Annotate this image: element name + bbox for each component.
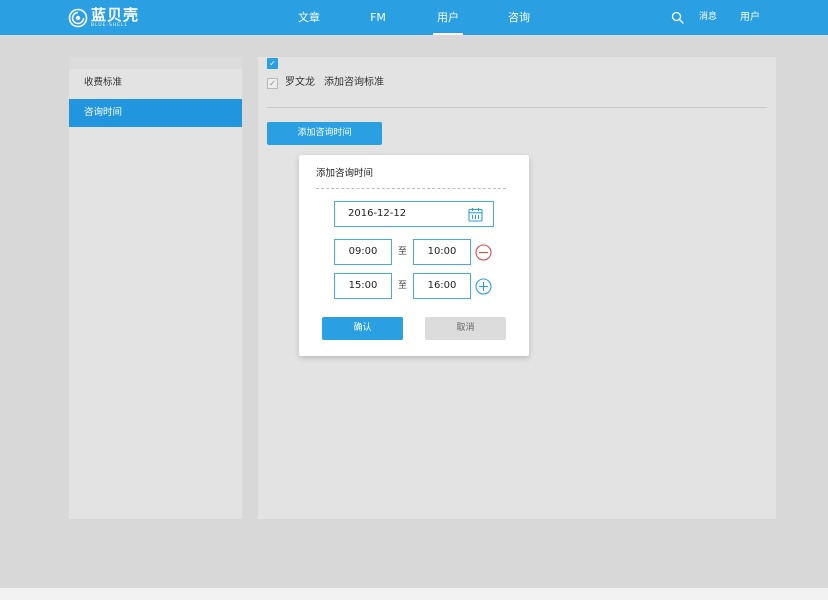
plus-circle-icon[interactable] — [475, 278, 492, 295]
sidebar-item-consult-time[interactable]: 咨询时间 — [69, 99, 242, 127]
brand-logo[interactable]: 蓝贝壳 BLUE·SHELL — [68, 7, 139, 29]
footer-strip — [0, 588, 828, 600]
brand-name-en: BLUE·SHELL — [91, 22, 129, 28]
row-checkbox[interactable]: ✓ — [267, 78, 278, 89]
date-value: 2016-12-12 — [348, 208, 407, 219]
row-user-name: 罗文龙 — [285, 77, 315, 88]
cancel-button[interactable]: 取消 — [425, 317, 506, 340]
nav-item-users[interactable]: 用户 — [433, 0, 463, 35]
nav-item-fm[interactable]: FM — [367, 0, 389, 35]
calendar-icon[interactable] — [468, 207, 483, 222]
select-all-checkbox[interactable]: ✓ — [267, 58, 278, 69]
start-time-field[interactable]: 09:00 — [334, 239, 392, 265]
shell-logo-icon — [68, 8, 88, 28]
dialog-title: 添加咨询时间 — [316, 168, 374, 179]
user-menu[interactable]: 用户 — [740, 0, 760, 35]
to-label: 至 — [398, 247, 408, 257]
brand-name: 蓝贝壳 — [91, 5, 140, 24]
nav-item-articles[interactable]: 文章 — [296, 0, 322, 35]
sidebar-item-fee-standard[interactable]: 收费标准 — [69, 69, 242, 97]
add-consult-time-dialog: 添加咨询时间 2016-12-12 09:00 至 10:00 15:00 至 … — [299, 155, 529, 356]
dialog-divider — [316, 188, 506, 189]
add-consult-standard-link[interactable]: 添加咨询标准 — [324, 75, 384, 91]
sidebar-header-strip — [69, 57, 242, 69]
minus-circle-icon[interactable] — [475, 244, 492, 261]
date-field[interactable]: 2016-12-12 — [334, 201, 494, 227]
messages-link[interactable]: 消息 — [699, 0, 717, 35]
confirm-button[interactable]: 确认 — [322, 317, 403, 340]
to-label: 至 — [398, 281, 408, 291]
top-navbar: 蓝贝壳 BLUE·SHELL 文章 FM 用户 咨询 消息 用户 — [0, 0, 828, 35]
end-time-field[interactable]: 16:00 — [413, 273, 471, 299]
add-consult-time-button[interactable]: 添加咨询时间 — [267, 122, 382, 145]
sidebar: 收费标准 咨询时间 — [69, 57, 242, 519]
divider — [267, 107, 767, 108]
search-icon[interactable] — [671, 11, 684, 24]
nav-item-consult[interactable]: 咨询 — [507, 0, 531, 35]
start-time-field[interactable]: 15:00 — [334, 273, 392, 299]
end-time-field[interactable]: 10:00 — [413, 239, 471, 265]
